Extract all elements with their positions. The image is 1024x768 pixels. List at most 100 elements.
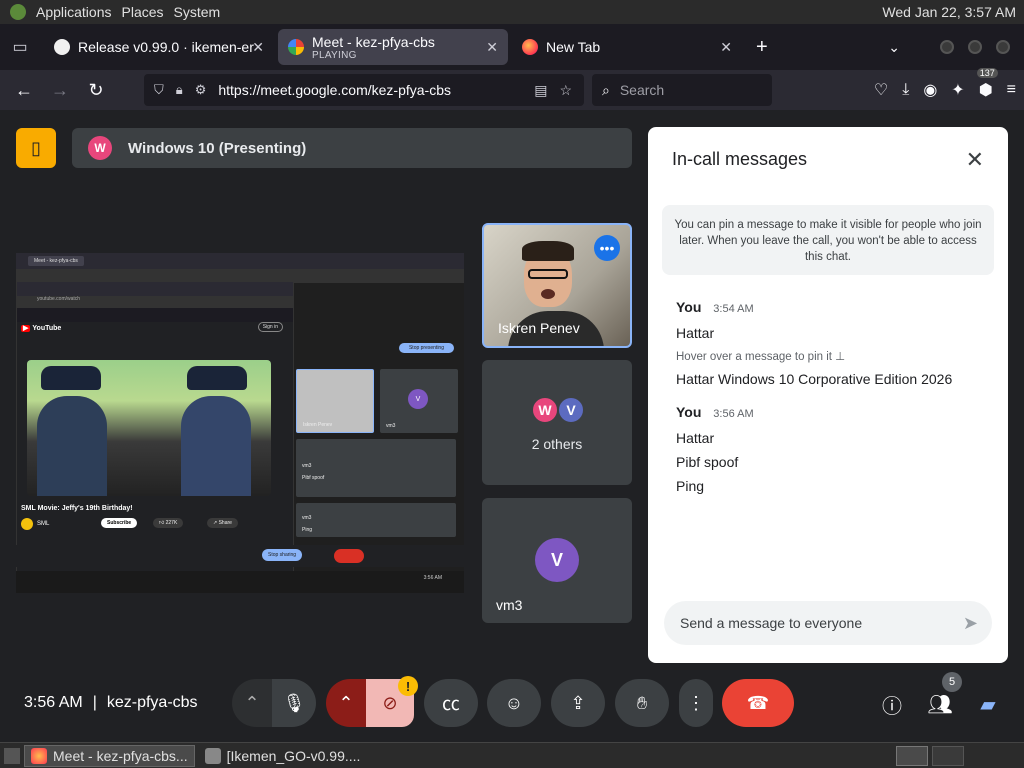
raise-hand-button[interactable]: ✋︎ bbox=[615, 679, 669, 727]
shared-stop-presenting-button: Stop presenting bbox=[398, 343, 454, 353]
minimize-button[interactable] bbox=[940, 40, 954, 54]
distro-logo-icon[interactable] bbox=[10, 4, 26, 20]
chat-button[interactable]: ▰ bbox=[974, 690, 1002, 718]
downloads-icon[interactable]: ⤓ bbox=[902, 81, 909, 99]
url-text[interactable]: https://meet.google.com/kez-pfya-cbs bbox=[218, 82, 534, 98]
reload-icon[interactable]: ↻ bbox=[78, 80, 114, 101]
chat-message[interactable]: Ping bbox=[676, 478, 986, 494]
audio-options-button[interactable]: ⌃ bbox=[232, 679, 272, 727]
close-tab-icon[interactable]: ✕ bbox=[720, 39, 732, 56]
workspace-2[interactable] bbox=[932, 746, 964, 766]
taskbar-item-firefox[interactable]: Meet - kez-pfya-cbs... bbox=[24, 744, 195, 767]
shield-icon[interactable]: ⛉ bbox=[154, 82, 164, 98]
chevron-down-icon[interactable]: ⌄ bbox=[888, 39, 900, 56]
participant-tile-iskren[interactable]: ••• Iskren Penev bbox=[482, 223, 632, 348]
url-bar[interactable]: ⛉ 🔒︎ ⚙ https://meet.google.com/kez-pfya-… bbox=[144, 74, 584, 106]
workspace-1[interactable] bbox=[896, 746, 928, 766]
browser-tab-bar: ▭ Release v0.99.0 · ikemen-er ✕ Meet - k… bbox=[0, 24, 1024, 70]
chat-message[interactable]: Hattar Windows 10 Corporative Edition 20… bbox=[676, 371, 986, 387]
tab-overview-icon[interactable]: ▭ bbox=[0, 37, 40, 57]
change-layout-button[interactable]: ▯ bbox=[16, 128, 56, 168]
reader-view-icon[interactable]: ▤ bbox=[534, 82, 547, 99]
tab-new-tab[interactable]: New Tab ✕ bbox=[512, 29, 742, 65]
chat-message[interactable]: Hattar bbox=[676, 430, 986, 446]
like-button: 👍︎ 227K bbox=[153, 518, 184, 528]
presentation-bar: W Windows 10 (Presenting) bbox=[72, 128, 632, 168]
shared-tile-iskren: Iskren Penev bbox=[296, 369, 374, 433]
share-button: ↗ Share bbox=[207, 518, 238, 528]
participant-name: 2 others bbox=[531, 436, 583, 452]
lock-icon[interactable]: 🔒︎ bbox=[176, 82, 183, 98]
chat-icon: ▰ bbox=[980, 693, 996, 716]
close-tab-icon[interactable]: ✕ bbox=[486, 39, 498, 56]
video-options-button[interactable]: ⌃ bbox=[326, 679, 366, 727]
present-button[interactable]: ⇪ bbox=[551, 679, 605, 727]
participant-tile-others[interactable]: W V 2 others bbox=[482, 360, 632, 485]
close-window-button[interactable] bbox=[996, 40, 1010, 54]
meeting-info: 3:56 AM | kez-pfya-cbs bbox=[24, 694, 198, 712]
show-desktop-icon[interactable] bbox=[4, 747, 20, 764]
send-icon[interactable]: ➤ bbox=[963, 613, 978, 634]
shared-hangup-button bbox=[334, 549, 364, 563]
tab-playing-label: PLAYING bbox=[312, 49, 357, 61]
extensions-icon[interactable]: ✦ bbox=[951, 80, 964, 100]
hand-icon: ✋︎ bbox=[636, 692, 648, 713]
tab-title: Release v0.99.0 · ikemen-er bbox=[78, 39, 254, 55]
message-input[interactable] bbox=[680, 615, 963, 631]
os-taskbar: Meet - kez-pfya-cbs... [Ikemen_GO-v0.99.… bbox=[0, 742, 1024, 768]
pocket-icon[interactable]: ♡ bbox=[874, 80, 888, 100]
people-button[interactable]: 👥︎ bbox=[926, 690, 954, 718]
system-clock[interactable]: Wed Jan 22, 3:57 AM bbox=[882, 4, 1016, 20]
subscribe-button: Subscribe bbox=[101, 518, 138, 528]
more-options-button[interactable]: ⋮ bbox=[679, 679, 713, 727]
avatar: V bbox=[535, 538, 579, 582]
avatar: W bbox=[531, 396, 559, 424]
puppet-left bbox=[37, 396, 107, 496]
in-call-messages-panel: In-call messages ✕ You can pin a message… bbox=[648, 127, 1008, 663]
permissions-icon[interactable]: ⚙ bbox=[195, 82, 207, 98]
account-icon[interactable]: ◉ bbox=[923, 80, 937, 100]
search-bar[interactable]: ⌕ Search bbox=[592, 74, 772, 106]
shared-stop-sharing-button: Stop sharing bbox=[262, 549, 303, 561]
microphone-button[interactable]: 🎙︎ bbox=[272, 679, 316, 727]
message-group: You 3:56 AM Hattar Pibf spoof Ping bbox=[676, 404, 986, 502]
back-arrow-icon[interactable]: ← bbox=[6, 80, 42, 101]
close-tab-icon[interactable]: ✕ bbox=[252, 39, 264, 56]
emoji-button[interactable]: ☺ bbox=[487, 679, 541, 727]
menu-system[interactable]: System bbox=[174, 4, 221, 20]
bookmark-star-icon[interactable]: ☆ bbox=[559, 82, 572, 99]
tab-github-release[interactable]: Release v0.99.0 · ikemen-er ✕ bbox=[44, 29, 274, 65]
close-icon[interactable]: ✕ bbox=[966, 147, 984, 173]
pin-icon: ⊥ bbox=[835, 351, 846, 363]
search-placeholder: Search bbox=[619, 82, 665, 98]
forward-arrow-icon[interactable]: → bbox=[42, 80, 78, 101]
leave-call-button[interactable]: ☎ bbox=[722, 679, 794, 727]
new-tab-button[interactable]: + bbox=[756, 36, 768, 59]
video-player bbox=[27, 360, 271, 496]
menu-applications[interactable]: Applications bbox=[36, 4, 112, 20]
message-group: You 3:54 AM Hattar Hover over a message … bbox=[676, 299, 986, 395]
captions-button[interactable]: ㏄ bbox=[424, 679, 478, 727]
taskbar-item-folder[interactable]: [Ikemen_GO-v0.99.... bbox=[199, 745, 367, 767]
folder-icon bbox=[204, 747, 221, 764]
meeting-details-button[interactable]: ⓘ bbox=[878, 690, 906, 718]
hamburger-menu-icon[interactable]: ≡ bbox=[1007, 81, 1016, 99]
chat-message[interactable]: Pibf spoof bbox=[676, 454, 986, 470]
chat-message[interactable]: Hattar bbox=[676, 325, 986, 341]
present-screen-icon: ⇪ bbox=[570, 692, 586, 713]
ublock-icon[interactable]: ⬢ 137 bbox=[976, 68, 998, 100]
shared-screen[interactable]: Meet - kez-pfya-cbs youtube.com/watch ▶ Y… bbox=[16, 253, 464, 593]
shared-tile-msg1: vm3 Pibf spoof bbox=[296, 439, 456, 497]
menu-places[interactable]: Places bbox=[122, 4, 164, 20]
participant-tile-vm3[interactable]: V vm3 bbox=[482, 498, 632, 623]
video-hair bbox=[522, 241, 574, 261]
video-glasses bbox=[528, 269, 568, 279]
firefox-favicon-icon bbox=[522, 39, 538, 55]
tab-meet[interactable]: Meet - kez-pfya-cbs PLAYING ✕ bbox=[278, 29, 508, 65]
meet-control-bar: 3:56 AM | kez-pfya-cbs ⌃ 🎙︎ ⌃ ⊘ ! ㏄ ☺ ⇪ ✋︎… bbox=[0, 670, 1024, 742]
maximize-button[interactable] bbox=[968, 40, 982, 54]
shared-windows-taskbar: 3:56 AM bbox=[16, 571, 464, 593]
system-top-panel: Applications Places System Wed Jan 22, 3… bbox=[0, 0, 1024, 24]
more-options-icon[interactable]: ••• bbox=[594, 235, 620, 261]
chevron-up-icon: ⌃ bbox=[338, 692, 354, 713]
